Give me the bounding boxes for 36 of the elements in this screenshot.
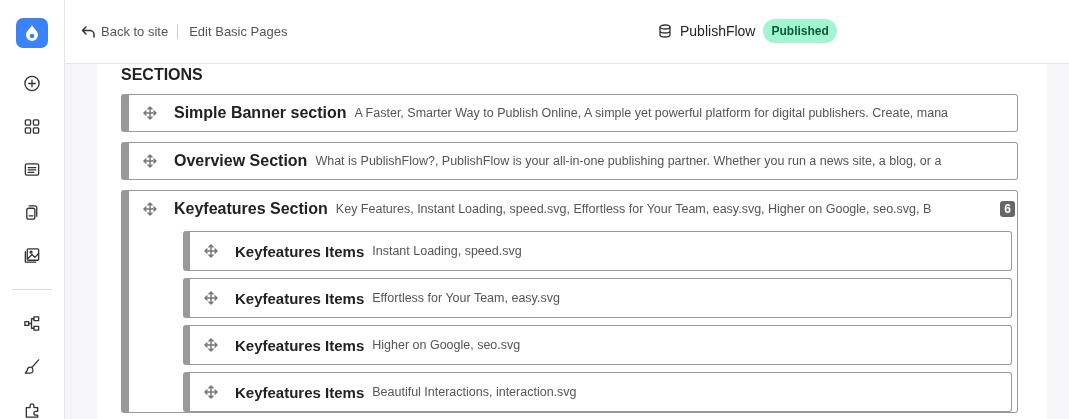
item-count: 6 xyxy=(1000,201,1015,217)
drag-handle-icon[interactable] xyxy=(204,244,218,258)
status-badge: Published xyxy=(763,19,837,43)
section-summary: What is PublishFlow?, PublishFlow is your all-in-one publishing partner. Whether you run a news site, a blog, or a xyxy=(315,154,942,168)
drag-handle-icon[interactable] xyxy=(143,154,157,168)
drag-handle-icon[interactable] xyxy=(143,202,157,216)
site-name: PublishFlow xyxy=(680,23,756,39)
image-icon[interactable] xyxy=(22,246,42,266)
drag-handle-icon[interactable] xyxy=(204,385,218,399)
breadcrumb: Edit Basic Pages xyxy=(188,24,288,39)
grid-icon[interactable] xyxy=(22,117,42,137)
item-title: Keyfeatures Items xyxy=(235,383,365,401)
drag-handle-icon[interactable] xyxy=(143,106,157,120)
plus-circle-icon[interactable] xyxy=(22,74,42,94)
drag-handle-icon[interactable] xyxy=(204,291,218,305)
item-summary: Higher on Google, seo.svg xyxy=(372,338,521,352)
back-link-label: Back to site xyxy=(101,24,169,39)
brush-icon[interactable] xyxy=(22,357,42,377)
item-summary: Instant Loading, speed.svg xyxy=(372,244,522,258)
item-title: Keyfeatures Items xyxy=(235,336,365,354)
section-title: Simple Banner section xyxy=(174,104,347,122)
item-summary: Beautiful Interactions, interaction.svg xyxy=(372,385,577,399)
sections-heading: SECTIONS xyxy=(121,66,204,84)
logo-icon[interactable] xyxy=(16,18,48,49)
back-to-site-link[interactable]: Back to site xyxy=(81,24,179,39)
section-title: Keyfeatures Section xyxy=(174,200,328,218)
section-title: Overview Section xyxy=(174,152,308,170)
drag-handle-icon[interactable] xyxy=(204,338,218,352)
section-summary: Key Features, Instant Loading, speed.svg, Effortless for Your Team, easy.svg, Higher on Google, seo.svg, B xyxy=(335,202,932,216)
back-arrow-icon xyxy=(81,25,95,38)
database-icon xyxy=(658,24,672,38)
hierarchy-icon[interactable] xyxy=(22,314,42,334)
section-summary: A Faster, Smarter Way to Publish Online, A simple yet powerful platform for digital publishers. Create, mana xyxy=(354,106,949,120)
item-title: Keyfeatures Items xyxy=(235,289,365,307)
item-summary: Effortless for Your Team, easy.svg xyxy=(372,291,560,305)
item-title: Keyfeatures Items xyxy=(235,242,365,260)
